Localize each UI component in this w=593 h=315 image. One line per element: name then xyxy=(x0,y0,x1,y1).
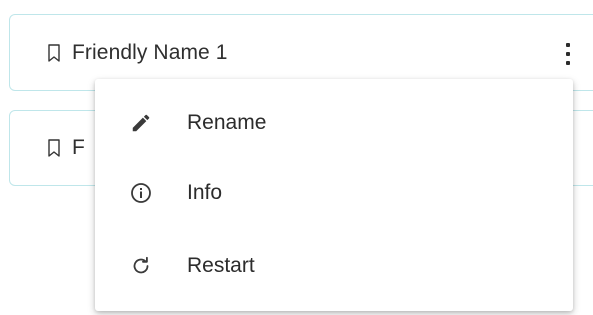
menu-item-rename[interactable]: Rename xyxy=(95,93,573,153)
pencil-icon xyxy=(129,111,153,135)
device-list-page: Friendly Name 1 F Rename Info Restart xyxy=(0,0,593,315)
more-options-icon[interactable] xyxy=(558,43,578,65)
bookmark-icon[interactable] xyxy=(48,43,60,62)
device-name: Friendly Name 1 xyxy=(72,40,228,64)
context-menu: Rename Info Restart xyxy=(95,79,573,311)
device-card-content: F xyxy=(48,111,85,185)
device-name: F xyxy=(72,136,85,159)
menu-item-label: Restart xyxy=(187,254,255,277)
info-icon xyxy=(129,181,153,205)
restart-icon xyxy=(129,254,153,278)
menu-item-restart[interactable]: Restart xyxy=(95,236,573,296)
menu-item-label: Rename xyxy=(187,111,267,134)
menu-item-label: Info xyxy=(187,181,223,204)
bookmark-icon[interactable] xyxy=(48,139,60,157)
menu-item-info[interactable]: Info xyxy=(95,163,573,223)
